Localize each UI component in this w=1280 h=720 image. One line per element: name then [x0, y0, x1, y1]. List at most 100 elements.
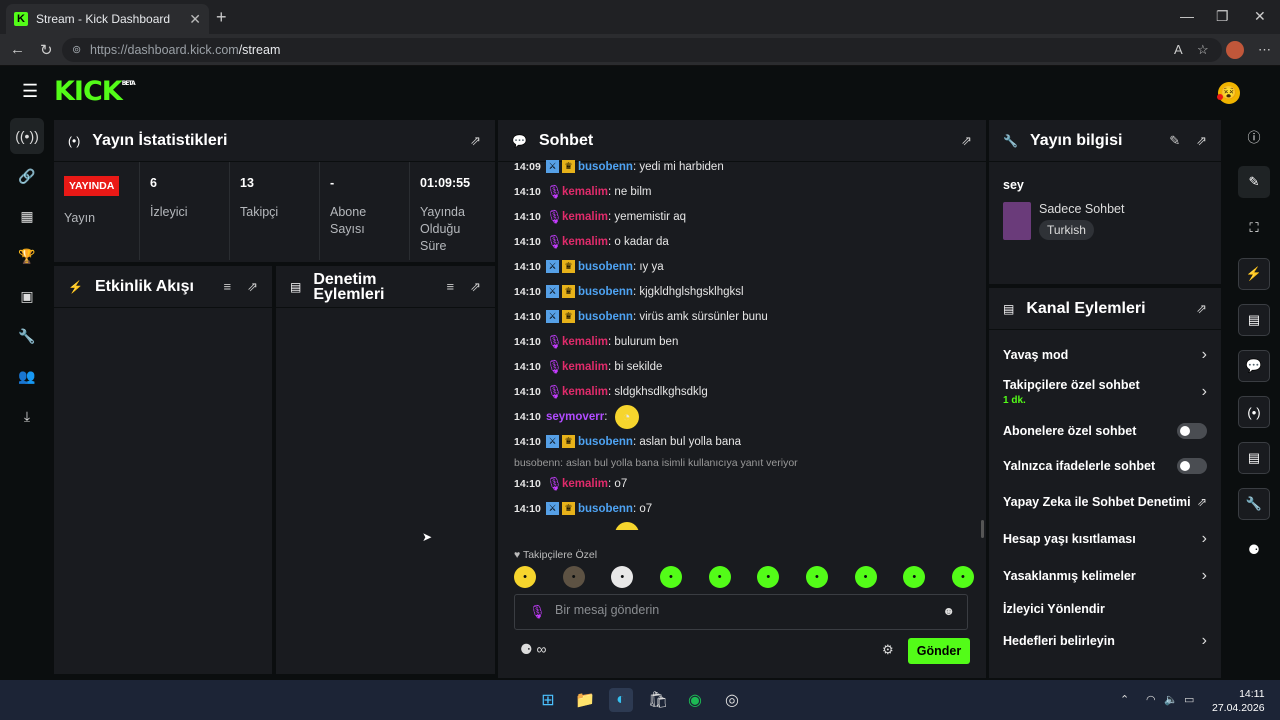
- channel-actions-toggle-icon[interactable]: ▤: [1238, 442, 1270, 474]
- chat-username[interactable]: seymoverr: [546, 528, 604, 531]
- send-button[interactable]: Gönder: [908, 638, 970, 664]
- community-icon[interactable]: 👥: [10, 358, 44, 394]
- chat-message[interactable]: 14:10 🎙 kemalim: o kadar da: [514, 229, 974, 254]
- popout-icon[interactable]: ⇗: [470, 279, 481, 295]
- chat-username[interactable]: busobenn: [578, 286, 633, 298]
- download-icon[interactable]: ⤓: [10, 398, 44, 434]
- chat-username[interactable]: kemalim: [562, 211, 608, 223]
- yellow-face-emote-icon[interactable]: •: [514, 566, 536, 588]
- video-icon[interactable]: ▣: [10, 278, 44, 314]
- cat-photo-emote-icon[interactable]: •: [562, 566, 585, 588]
- points-icon[interactable]: ⚈ ∞: [520, 641, 546, 658]
- chat-message[interactable]: 14:10 🎙 kemalim: bi sekilde: [514, 354, 974, 379]
- redirect-row[interactable]: İzleyici Yönlendir: [989, 594, 1221, 624]
- store-icon[interactable]: 🛍: [646, 688, 670, 712]
- spotify-icon[interactable]: ◉: [683, 688, 707, 712]
- stream-info-toggle-icon[interactable]: 🔧: [1238, 488, 1270, 520]
- chat-username[interactable]: kemalim: [562, 236, 608, 248]
- chat-username[interactable]: busobenn: [578, 503, 633, 515]
- edit-icon[interactable]: ✎: [1169, 133, 1180, 149]
- chat-username[interactable]: seymoverr: [546, 411, 604, 423]
- info-icon[interactable]: ⓘ: [1238, 120, 1270, 152]
- url-field[interactable]: ⊚ https://dashboard.kick.com/stream: [62, 38, 1222, 62]
- tray-chevron-icon[interactable]: ⌃: [1120, 693, 1129, 706]
- chat-message[interactable]: 14:10 🎙 kemalim: ne bilm: [514, 179, 974, 204]
- wrench-icon[interactable]: 🔧: [10, 318, 44, 354]
- slow-mode-row[interactable]: Yavaş mod ›: [989, 340, 1221, 370]
- chat-input-box[interactable]: 🎙 ☻: [514, 594, 968, 630]
- chat-username[interactable]: kemalim: [562, 186, 608, 198]
- app-icon[interactable]: ◎: [720, 688, 744, 712]
- ai-moderation-row[interactable]: Yapay Zeka ile Sohbet Denetimi ⇗: [989, 484, 1221, 520]
- analytics-icon[interactable]: ▦: [10, 198, 44, 234]
- windows-start-icon[interactable]: ⊞: [536, 688, 560, 712]
- favorite-star-icon[interactable]: ☆: [1197, 42, 1209, 58]
- green-grin-emote-icon[interactable]: •: [903, 566, 926, 588]
- link-icon[interactable]: 🔗: [10, 158, 44, 194]
- chat-message[interactable]: 14:09 ⚔ ♛ busobenn: yedi mi harbiden: [514, 154, 974, 179]
- popout-icon[interactable]: ⇗: [961, 133, 972, 149]
- popout-icon[interactable]: ⇗: [247, 279, 258, 295]
- chat-message[interactable]: 14:10 🎙 kemalim: sldgkhsdlkghsdklg: [514, 379, 974, 404]
- chat-message[interactable]: 14:11 seymoverr: ◔: [514, 521, 974, 530]
- expand-icon[interactable]: ⛶: [1238, 212, 1270, 244]
- trophy-icon[interactable]: 🏆: [10, 238, 44, 274]
- browser-menu-icon[interactable]: ⋯: [1258, 42, 1271, 58]
- chat-message[interactable]: 14:10 ⚔ ♛ busobenn: aslan bul yolla bana: [514, 429, 974, 454]
- chat-message[interactable]: 14:10 ⚔ ♛ busobenn: o7: [514, 496, 974, 521]
- stats-toggle-icon[interactable]: (•): [1238, 396, 1270, 428]
- green-rage-emote-icon[interactable]: •: [757, 566, 780, 588]
- ghost-emote-icon[interactable]: •: [611, 566, 634, 588]
- chat-username[interactable]: busobenn: [578, 311, 633, 323]
- minimize-icon[interactable]: —: [1180, 8, 1194, 24]
- kick-logo[interactable]: KICKBETA: [54, 76, 136, 107]
- reload-icon[interactable]: ↻: [40, 41, 53, 59]
- edit-layout-icon[interactable]: ✎: [1238, 166, 1270, 198]
- maximize-icon[interactable]: ❐: [1216, 8, 1229, 25]
- back-icon[interactable]: ←: [10, 41, 25, 58]
- chat-message[interactable]: 14:10 🎙 kemalim: o7: [514, 471, 974, 496]
- stream-icon[interactable]: ((•)): [10, 118, 44, 154]
- site-info-icon[interactable]: ⊚: [72, 43, 81, 56]
- edge-icon[interactable]: ◐: [609, 688, 633, 712]
- chat-message[interactable]: 14:10 ⚔ ♛ busobenn: kjgkldhglshgsklhgksl: [514, 279, 974, 304]
- new-tab-icon[interactable]: +: [216, 7, 227, 28]
- read-aloud-icon[interactable]: A: [1174, 42, 1183, 57]
- activity-toggle-icon[interactable]: ⚡: [1238, 258, 1270, 290]
- chat-username[interactable]: kemalim: [562, 478, 608, 490]
- chat-username[interactable]: busobenn: [578, 436, 633, 448]
- chat-username[interactable]: kemalim: [562, 361, 608, 373]
- popout-icon[interactable]: ⇗: [470, 133, 481, 149]
- taskbar-clock[interactable]: 14:11 27.04.2026: [1212, 687, 1265, 715]
- volume-icon[interactable]: 🔈: [1164, 693, 1178, 706]
- file-explorer-icon[interactable]: 📁: [573, 688, 597, 712]
- green-eyes-emote-icon[interactable]: •: [854, 566, 877, 588]
- filter-icon[interactable]: ≡: [447, 279, 455, 294]
- chat-message[interactable]: 14:10 🎙 kemalim: yememistir aq: [514, 204, 974, 229]
- popout-icon[interactable]: ⇗: [1196, 301, 1207, 317]
- chat-message[interactable]: 14:10 ⚔ ♛ busobenn: virüs amk sürsünler bun…: [514, 304, 974, 329]
- battery-icon[interactable]: ▭: [1184, 693, 1194, 706]
- wifi-icon[interactable]: ◠: [1146, 693, 1156, 706]
- popout-icon[interactable]: ⇗: [1196, 133, 1207, 149]
- green-smirk-emote-icon[interactable]: •: [805, 566, 828, 588]
- chat-input[interactable]: [555, 603, 925, 617]
- green-ghost-emote-icon[interactable]: •: [659, 566, 682, 588]
- chat-username[interactable]: busobenn: [578, 261, 633, 273]
- chat-message[interactable]: 14:10 ⚔ ♛ busobenn: ıy ya: [514, 254, 974, 279]
- chat-username[interactable]: kemalim: [562, 336, 608, 348]
- emote-chat-toggle[interactable]: [1177, 458, 1207, 474]
- chat-message[interactable]: 14:10 seymoverr: ◔: [514, 404, 974, 429]
- profile-avatar[interactable]: [1226, 41, 1244, 59]
- chat-settings-icon[interactable]: ⚙: [882, 642, 894, 658]
- filter-icon[interactable]: ≡: [224, 279, 232, 294]
- followers-chat-row[interactable]: Takipçilere özel sohbet 1 dk. ›: [989, 370, 1221, 414]
- age-limit-row[interactable]: Hesap yaşı kısıtlaması ›: [989, 520, 1221, 558]
- chat-toggle-icon[interactable]: 💬: [1238, 350, 1270, 382]
- green-smile-emote-icon[interactable]: •: [951, 566, 974, 588]
- chat-messages[interactable]: 14:09 ⚔ ♛ busobenn: yedi mi harbiden 14:10 🎙 k…: [514, 154, 974, 530]
- banned-words-row[interactable]: Yasaklanmış kelimeler ›: [989, 558, 1221, 594]
- emoji-picker-icon[interactable]: ☻: [942, 604, 955, 618]
- hamburger-menu-icon[interactable]: ☰: [22, 81, 38, 102]
- more-widgets-icon[interactable]: ⚈: [1238, 534, 1270, 566]
